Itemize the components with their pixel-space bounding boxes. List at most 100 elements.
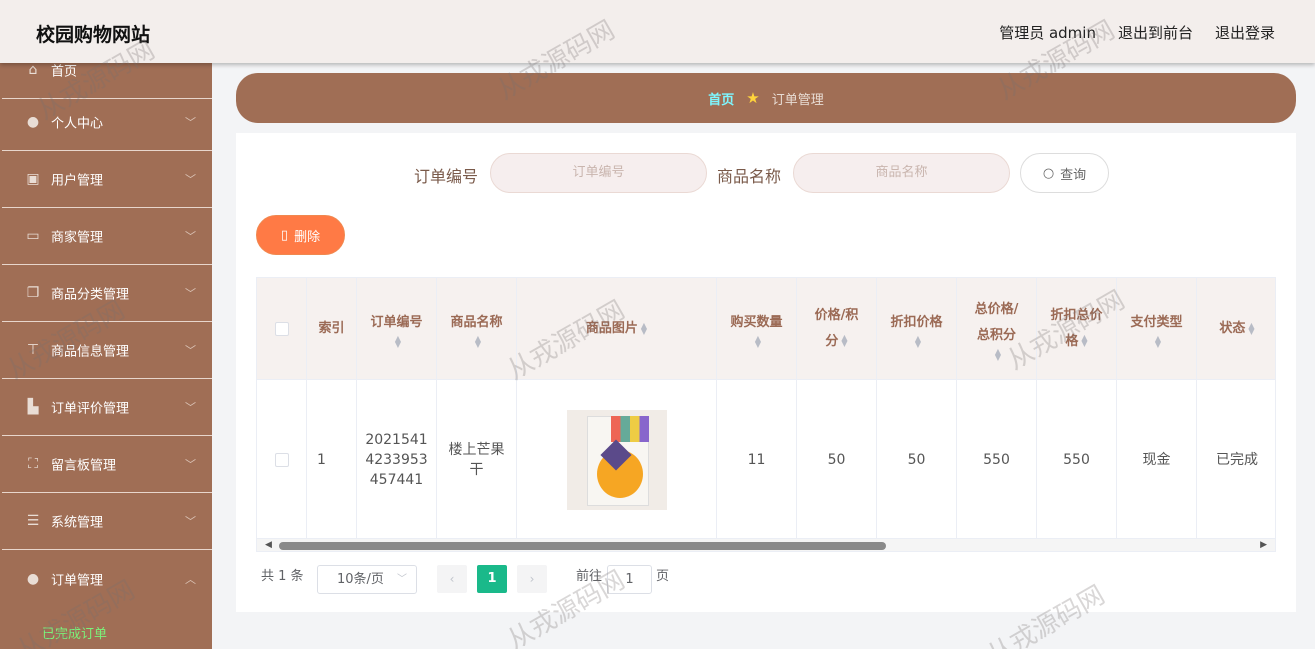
sort-icon[interactable]: ▲ ▼ [475, 334, 481, 348]
chevron-down-icon: ﹀ [185, 401, 196, 414]
header-index: 索引 [318, 320, 345, 336]
sidebar-item-label: 用户管理 [51, 173, 104, 189]
cell-product-name-2: 干 [469, 461, 484, 478]
front-link[interactable]: 退出到前台 [1118, 22, 1193, 43]
query-button[interactable]: ○ 查询 [1020, 153, 1109, 193]
product-thumbnail[interactable] [566, 409, 667, 510]
cell-pay-type: 现金 [1142, 451, 1171, 468]
scroll-left-icon[interactable]: ◀ [265, 539, 272, 552]
header-discount-price[interactable]: 折扣价格 [890, 310, 942, 336]
col-status: 状态 ▲ ▼ 已完成 [1197, 278, 1275, 538]
sort-icon[interactable]: ▲ ▼ [1081, 334, 1087, 348]
col-total: 总价格/总积分 ▲ ▼ 550 [957, 278, 1037, 538]
goto-page-input[interactable]: 1 [607, 565, 652, 594]
sidebar-item-messages[interactable]: ⛶ 留言板管理 ﹀ [2, 436, 212, 493]
header-price-line1[interactable]: 价格/积 [815, 303, 859, 329]
cell-order-no-1: 2021541 [365, 431, 428, 448]
col-quantity: 购买数量 ▲ ▼ 11 [717, 278, 797, 538]
breadcrumb-home[interactable]: 首页 [708, 89, 734, 108]
scroll-right-icon[interactable]: ▶ [1260, 539, 1267, 552]
sort-icon[interactable]: ▲ ▼ [395, 334, 401, 348]
bulb-icon: ● [26, 570, 40, 587]
sidebar-item-users[interactable]: ▣ 用户管理 ﹀ [2, 151, 212, 208]
sort-icon[interactable]: ▲ ▼ [995, 347, 1001, 361]
header-discount-total-line2[interactable]: 格 [1065, 334, 1078, 349]
col-discount-total: 折扣总价格 ▲ ▼ 550 [1037, 278, 1117, 538]
prev-page-button[interactable]: ‹ [437, 565, 467, 593]
header-pay-type[interactable]: 支付类型 [1130, 310, 1182, 336]
cell-product-name-1: 楼上芒果 [448, 441, 505, 458]
chat-icon: ▭ [26, 228, 40, 244]
header-discount-total-line1[interactable]: 折扣总价 [1050, 303, 1102, 329]
pagination-total: 共 1 条 [261, 569, 304, 584]
chevron-down-icon: ﹀ [185, 287, 196, 300]
list-icon: ☰ [26, 513, 40, 529]
order-no-input[interactable]: 订单编号 [490, 153, 707, 193]
header-order-no[interactable]: 订单编号 [370, 310, 422, 336]
sidebar-item-orders[interactable]: ● 订单管理 ︿ [2, 550, 212, 607]
sidebar-item-reviews[interactable]: ▙ 订单评价管理 ﹀ [2, 379, 212, 436]
row-checkbox[interactable] [274, 452, 289, 467]
sidebar-item-label: 系统管理 [51, 515, 104, 531]
user-icon: ● [26, 114, 40, 130]
header-price-line2[interactable]: 分 [825, 334, 838, 349]
cell-price: 50 [827, 451, 846, 468]
chevron-down-icon: ﹀ [185, 230, 196, 243]
query-button-label: 查询 [1060, 167, 1087, 183]
col-order-no: 订单编号 ▲ ▼ 2021541 4233953 457441 [357, 278, 437, 538]
cell-order-no-2: 4233953 [365, 451, 428, 468]
sidebar-item-label: 商品信息管理 [51, 344, 130, 360]
sort-icon[interactable]: ▲ ▼ [841, 334, 847, 348]
search-icon: ○ [1042, 165, 1055, 181]
col-price: 价格/积分 ▲ ▼ 50 [797, 278, 877, 538]
goto-label: 前往 [576, 569, 603, 584]
logout-link[interactable]: 退出登录 [1215, 22, 1275, 43]
sort-icon[interactable]: ▲ ▼ [915, 334, 921, 348]
scrollbar-thumb[interactable] [279, 542, 886, 550]
sidebar-item-label: 订单评价管理 [51, 401, 130, 417]
breadcrumb-current: 订单管理 [771, 92, 824, 108]
page-size-value: 10条/页 [337, 572, 384, 587]
header-quantity[interactable]: 购买数量 [730, 310, 782, 336]
order-no-label: 订单编号 [414, 167, 479, 186]
sort-icon[interactable]: ▲ ▼ [641, 321, 647, 335]
sort-icon[interactable]: ▲ ▼ [1155, 334, 1161, 348]
product-name-input[interactable]: 商品名称 [793, 153, 1010, 193]
copy-icon: ❐ [26, 285, 40, 301]
header-total-line2[interactable]: 总积分 [977, 323, 1016, 349]
horizontal-scrollbar[interactable]: ◀ ▶ [256, 538, 1276, 552]
sidebar-item-label: 订单管理 [51, 573, 104, 588]
sidebar-item-profile[interactable]: ● 个人中心 ﹀ [2, 94, 212, 151]
sidebar-item-system[interactable]: ☰ 系统管理 ﹀ [2, 493, 212, 550]
top-header: 校园购物网站 管理员 admin 退出到前台 退出登录 [0, 0, 1315, 63]
header-product-image[interactable]: 商品图片 [586, 316, 638, 342]
sort-icon[interactable]: ▲ ▼ [1248, 321, 1254, 335]
sidebar-subitem-completed-orders[interactable]: 已完成订单 [42, 623, 107, 642]
select-all-checkbox[interactable] [274, 321, 289, 336]
chevron-down-icon: ﹀ [397, 574, 407, 585]
header-actions: 管理员 admin 退出到前台 退出登录 [999, 22, 1275, 43]
sidebar-item-merchants[interactable]: ▭ 商家管理 ﹀ [2, 208, 212, 265]
chevron-up-icon: ︿ [185, 572, 196, 586]
header-status[interactable]: 状态 [1219, 316, 1245, 342]
sidebar-item-label: 商品分类管理 [51, 287, 130, 303]
sidebar-item-products[interactable]: ⊤ 商品信息管理 ﹀ [2, 322, 212, 379]
header-total-line1[interactable]: 总价格/ [975, 297, 1019, 323]
breadcrumb: 首页 ★ 订单管理 [236, 73, 1296, 123]
cell-quantity: 11 [747, 451, 766, 468]
sort-icon[interactable]: ▲ ▼ [755, 334, 761, 348]
cell-discount-total: 550 [1063, 451, 1090, 468]
next-page-button[interactable]: › [517, 565, 547, 593]
col-product-image: 商品图片 ▲ ▼ [517, 278, 717, 538]
sidebar-item-label: 首页 [51, 64, 78, 80]
delete-button[interactable]: ▯ 删除 [256, 215, 345, 255]
sidebar-item-label: 留言板管理 [51, 458, 117, 474]
sidebar-item-categories[interactable]: ❐ 商品分类管理 ﹀ [2, 265, 212, 322]
sidebar: ⌂ 首页 ● 个人中心 ﹀ ▣ 用户管理 ﹀ ▭ 商家管理 ﹀ ❐ 商品分类管理… [0, 63, 212, 649]
chevron-down-icon: ﹀ [185, 173, 196, 186]
cell-index: 1 [317, 451, 326, 468]
col-select [257, 278, 307, 538]
page-size-select[interactable]: 10条/页 ﹀ [317, 565, 417, 594]
header-product-name[interactable]: 商品名称 [450, 310, 502, 336]
page-number-current[interactable]: 1 [477, 565, 507, 593]
